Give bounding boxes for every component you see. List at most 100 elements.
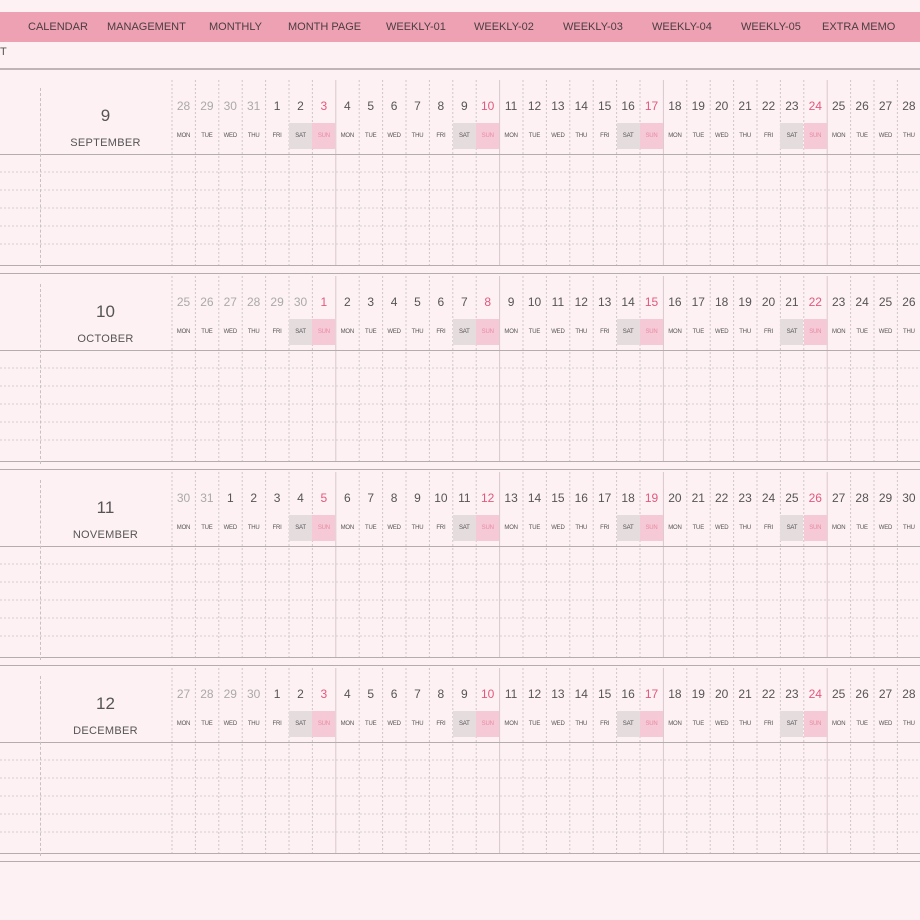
day-number[interactable]: 9 (500, 295, 523, 309)
day-number[interactable]: 25 (780, 491, 803, 505)
day-number[interactable]: 8 (429, 99, 452, 113)
day-number[interactable]: 5 (359, 99, 382, 113)
day-number[interactable]: 19 (687, 99, 710, 113)
day-number[interactable]: 2 (289, 687, 312, 701)
day-number[interactable]: 29 (266, 295, 289, 309)
day-number[interactable]: 24 (757, 491, 780, 505)
day-number[interactable]: 18 (663, 99, 686, 113)
day-number[interactable]: 8 (476, 295, 499, 309)
tab-weekly-05[interactable]: WEEKLY-05 (741, 12, 801, 42)
day-number[interactable]: 22 (804, 295, 827, 309)
day-number[interactable]: 22 (757, 687, 780, 701)
tab-weekly-04[interactable]: WEEKLY-04 (652, 12, 712, 42)
day-number[interactable]: 30 (289, 295, 312, 309)
day-number[interactable]: 19 (687, 687, 710, 701)
day-number[interactable]: 31 (195, 491, 218, 505)
day-number[interactable]: 24 (804, 99, 827, 113)
day-number[interactable]: 14 (570, 687, 593, 701)
day-number[interactable]: 10 (523, 295, 546, 309)
day-number[interactable]: 9 (453, 687, 476, 701)
day-number[interactable]: 4 (336, 687, 359, 701)
day-number[interactable]: 28 (172, 99, 195, 113)
day-number[interactable]: 28 (242, 295, 265, 309)
day-number[interactable]: 22 (757, 99, 780, 113)
day-number[interactable]: 4 (336, 99, 359, 113)
day-number[interactable]: 11 (453, 491, 476, 505)
day-number[interactable]: 8 (383, 491, 406, 505)
day-number[interactable]: 9 (406, 491, 429, 505)
day-number[interactable]: 23 (780, 99, 803, 113)
day-number[interactable]: 29 (219, 687, 242, 701)
day-number[interactable]: 2 (336, 295, 359, 309)
day-number[interactable]: 17 (687, 295, 710, 309)
day-number[interactable]: 25 (827, 99, 850, 113)
day-number[interactable]: 10 (429, 491, 452, 505)
day-number[interactable]: 21 (734, 687, 757, 701)
day-number[interactable]: 30 (219, 99, 242, 113)
tab-weekly-03[interactable]: WEEKLY-03 (563, 12, 623, 42)
day-number[interactable]: 24 (851, 295, 874, 309)
day-number[interactable]: 15 (546, 491, 569, 505)
day-number[interactable]: 31 (242, 99, 265, 113)
day-number[interactable]: 21 (687, 491, 710, 505)
day-number[interactable]: 7 (453, 295, 476, 309)
day-number[interactable]: 11 (500, 99, 523, 113)
day-number[interactable]: 20 (710, 687, 733, 701)
day-number[interactable]: 9 (453, 99, 476, 113)
day-number[interactable]: 16 (617, 99, 640, 113)
day-number[interactable]: 7 (406, 99, 429, 113)
day-number[interactable]: 23 (780, 687, 803, 701)
day-number[interactable]: 3 (359, 295, 382, 309)
day-number[interactable]: 1 (266, 99, 289, 113)
tab-weekly-01[interactable]: WEEKLY-01 (386, 12, 446, 42)
day-number[interactable]: 24 (804, 687, 827, 701)
day-number[interactable]: 29 (874, 491, 897, 505)
day-number[interactable]: 22 (710, 491, 733, 505)
day-number[interactable]: 5 (312, 491, 335, 505)
day-number[interactable]: 14 (523, 491, 546, 505)
day-number[interactable]: 13 (546, 99, 569, 113)
day-number[interactable]: 25 (874, 295, 897, 309)
day-number[interactable]: 23 (734, 491, 757, 505)
day-number[interactable]: 13 (546, 687, 569, 701)
day-number[interactable]: 13 (593, 295, 616, 309)
day-number[interactable]: 26 (851, 687, 874, 701)
day-number[interactable]: 5 (406, 295, 429, 309)
day-number[interactable]: 11 (500, 687, 523, 701)
day-number[interactable]: 15 (593, 99, 616, 113)
day-number[interactable]: 27 (874, 687, 897, 701)
day-number[interactable]: 14 (570, 99, 593, 113)
day-number[interactable]: 17 (640, 687, 663, 701)
day-number[interactable]: 4 (289, 491, 312, 505)
day-number[interactable]: 17 (593, 491, 616, 505)
day-number[interactable]: 20 (663, 491, 686, 505)
day-number[interactable]: 19 (734, 295, 757, 309)
tab-extra-memo[interactable]: EXTRA MEMO (822, 12, 895, 42)
day-number[interactable]: 14 (617, 295, 640, 309)
day-number[interactable]: 8 (429, 687, 452, 701)
day-number[interactable]: 7 (359, 491, 382, 505)
day-number[interactable]: 20 (757, 295, 780, 309)
day-number[interactable]: 11 (546, 295, 569, 309)
day-number[interactable]: 26 (851, 99, 874, 113)
day-number[interactable]: 19 (640, 491, 663, 505)
day-number[interactable]: 12 (523, 687, 546, 701)
day-number[interactable]: 18 (710, 295, 733, 309)
day-number[interactable]: 25 (827, 687, 850, 701)
day-number[interactable]: 16 (570, 491, 593, 505)
tab-weekly-02[interactable]: WEEKLY-02 (474, 12, 534, 42)
day-number[interactable]: 27 (172, 687, 195, 701)
day-number[interactable]: 23 (827, 295, 850, 309)
day-number[interactable]: 3 (312, 99, 335, 113)
day-number[interactable]: 28 (897, 99, 920, 113)
day-number[interactable]: 27 (219, 295, 242, 309)
day-number[interactable]: 12 (523, 99, 546, 113)
day-number[interactable]: 1 (312, 295, 335, 309)
day-number[interactable]: 3 (266, 491, 289, 505)
day-number[interactable]: 30 (897, 491, 920, 505)
day-number[interactable]: 26 (897, 295, 920, 309)
day-number[interactable]: 2 (289, 99, 312, 113)
tab-management[interactable]: MANAGEMENT (107, 12, 186, 42)
day-number[interactable]: 12 (570, 295, 593, 309)
day-number[interactable]: 16 (617, 687, 640, 701)
